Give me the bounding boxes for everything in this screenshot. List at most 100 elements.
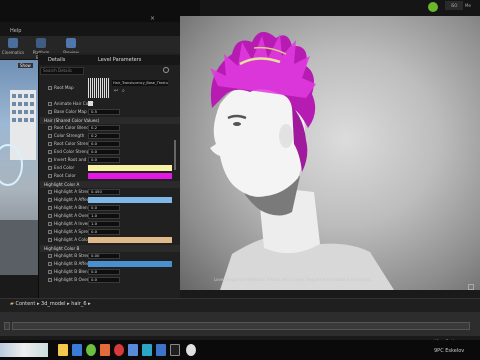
unreal-engine-icon[interactable] — [170, 344, 180, 356]
content-search-input[interactable] — [12, 322, 470, 330]
detail-row: Color Strength 0.2 — [40, 132, 180, 140]
value-field[interactable]: 0.0 — [88, 277, 120, 283]
detail-row: End Color Strength 0.0 — [40, 148, 180, 156]
row-checkbox[interactable] — [48, 278, 52, 282]
app-icon[interactable] — [156, 344, 166, 356]
building-thumbnail — [0, 90, 38, 275]
app-icon[interactable] — [128, 344, 138, 356]
detail-row: Highlight A Affects — [40, 196, 180, 204]
color-swatch[interactable] — [88, 173, 172, 179]
breadcrumb: ▰ Content ▸ 3d_model ▸ hair_6 ▸ — [10, 301, 91, 307]
crumb-hair[interactable]: hair_6 — [71, 301, 86, 307]
row-checkbox[interactable] — [48, 126, 52, 130]
row-checkbox[interactable] — [48, 110, 52, 114]
row-checkbox[interactable] — [48, 230, 52, 234]
folder-app-icon[interactable] — [58, 344, 68, 356]
detail-row: Highlight A Spread 0.0 — [40, 228, 180, 236]
system-tray-text: 9PC Eskelov — [434, 348, 465, 354]
app-window: × Help iSO Me Cinematics Platform Build … — [0, 0, 480, 360]
viewport-show-label[interactable]: Show — [18, 63, 33, 68]
app-icon[interactable] — [72, 344, 82, 356]
color-swatch[interactable] — [88, 261, 172, 267]
value-field[interactable]: 0.2 — [88, 125, 120, 131]
row-checkbox[interactable] — [48, 174, 52, 178]
tab-level-parameters[interactable]: Level Parameters — [98, 57, 141, 63]
viewport-maximize-icon[interactable] — [468, 284, 474, 290]
menu-help[interactable]: Help — [10, 28, 21, 34]
crumb-3d-model[interactable]: 3d_model — [41, 301, 65, 307]
view-options-eye-icon[interactable] — [163, 67, 169, 73]
user-badge[interactable]: iSO — [445, 1, 463, 10]
detail-row-end-color: End Color — [40, 164, 180, 172]
app-icon[interactable] — [100, 344, 110, 356]
row-checkbox[interactable] — [48, 190, 52, 194]
app-icon[interactable] — [142, 344, 152, 356]
row-checkbox[interactable] — [48, 206, 52, 210]
row-checkbox[interactable] — [48, 166, 52, 170]
detail-row: Root Color Blend Ratio 0.2 — [40, 124, 180, 132]
detail-row: Highlight B Strength 0.00 — [40, 252, 180, 260]
user-badge-2[interactable]: Me — [465, 1, 480, 10]
detail-row: Highlight A Strength 0.450 — [40, 188, 180, 196]
crumb-content[interactable]: Content — [15, 301, 35, 307]
row-checkbox[interactable] — [48, 262, 52, 266]
detail-row: Highlight B Overlap 0.0 — [40, 276, 180, 284]
row-checkbox[interactable] — [48, 198, 52, 202]
details-search-input[interactable]: Search Details — [40, 67, 84, 75]
color-swatch[interactable] — [88, 237, 172, 243]
cinematics-button[interactable]: Cinematics — [0, 38, 26, 58]
value-field[interactable]: 0.0 — [88, 269, 120, 275]
value-field[interactable]: 0.450 — [88, 189, 120, 195]
close-tab-icon[interactable]: × — [150, 16, 156, 22]
row-checkbox[interactable] — [48, 270, 52, 274]
value-field[interactable]: 1.0 — [88, 221, 120, 227]
row-checkbox[interactable] — [48, 134, 52, 138]
color-swatch[interactable] — [88, 165, 172, 171]
value-field[interactable]: 0.5 — [88, 109, 120, 115]
app-icon[interactable] — [86, 344, 96, 356]
details-scrollbar[interactable] — [174, 140, 176, 170]
row-checkbox[interactable] — [48, 102, 52, 106]
value-field[interactable]: 0.0 — [88, 149, 120, 155]
row-checkbox[interactable] — [48, 214, 52, 218]
section-highlight-b[interactable]: Highlight Color B — [40, 245, 180, 252]
row-checkbox[interactable] — [48, 86, 52, 90]
value-field[interactable]: 0.2 — [88, 133, 120, 139]
head-model-render — [210, 31, 394, 290]
value-field[interactable]: 0.0 — [88, 141, 120, 147]
section-highlight-a[interactable]: Highlight Color A — [40, 181, 180, 188]
row-checkbox[interactable] — [48, 142, 52, 146]
detail-row: Highlight A Overlap 1.0 — [40, 212, 180, 220]
row-checkbox[interactable] — [48, 222, 52, 226]
row-checkbox[interactable] — [48, 238, 52, 242]
secondary-viewport[interactable] — [0, 60, 38, 275]
crumb-separator: ▸ — [36, 301, 40, 307]
detail-row-base-color-uv: Base Color Map UV 0.5 — [40, 108, 180, 116]
app-icon[interactable] — [186, 344, 196, 356]
value-field[interactable]: 0.00 — [88, 253, 120, 259]
detail-row: Highlight A Blend S 0.0 — [40, 204, 180, 212]
viewport-warning-text: Level Sequence detected. Please add a Le… — [214, 277, 372, 282]
tab-details[interactable]: Details — [48, 57, 65, 63]
app-logo-icon — [428, 2, 438, 12]
value-field[interactable]: 0.0 — [88, 157, 120, 163]
filter-button[interactable] — [4, 322, 10, 330]
detail-row-root-color: Root Color — [40, 172, 180, 180]
row-checkbox[interactable] — [48, 158, 52, 162]
row-checkbox[interactable] — [48, 150, 52, 154]
enabled-checkbox[interactable] — [88, 101, 93, 106]
value-field[interactable]: 1.0 — [88, 213, 120, 219]
app-icon[interactable] — [114, 344, 124, 356]
section-shared-color[interactable]: Hair (Shared Color Values) — [40, 117, 180, 124]
value-field[interactable]: 0.0 — [88, 229, 120, 235]
main-viewport[interactable] — [180, 16, 480, 290]
folder-icon: ▰ — [10, 301, 14, 307]
detail-row: Highlight A Color — [40, 236, 180, 244]
detail-row: Highlight A Invert 1.0 — [40, 220, 180, 228]
editor-tab-strip — [0, 0, 200, 22]
row-checkbox[interactable] — [48, 254, 52, 258]
color-swatch[interactable] — [88, 197, 172, 203]
detail-row: Root Color Strength 0.0 — [40, 140, 180, 148]
start-thumbnail[interactable] — [0, 343, 48, 357]
value-field[interactable]: 0.0 — [88, 205, 120, 211]
